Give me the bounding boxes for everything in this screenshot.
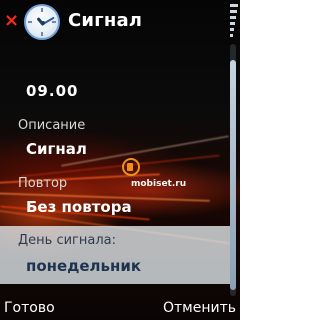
battery-indicator-icon [228,4,238,42]
day-label: День сигнала: [18,233,116,248]
alarm-edit-screen: × Сигнал 09.00 Описание Сигнал Повтор Бе… [0,0,240,320]
watermark: mobiset.ru [131,179,187,189]
close-icon[interactable]: × [4,11,19,31]
cancel-softkey[interactable]: Отменить [163,300,236,316]
scrollbar-thumb[interactable] [230,60,236,290]
title-bar: × Сигнал [0,0,240,44]
alarm-time-field[interactable]: 09.00 [26,82,78,100]
repeat-field[interactable]: Без повтора [26,198,132,216]
page-title: Сигнал [68,10,143,31]
repeat-label: Повтор [18,176,68,191]
watermark-logo-icon [122,158,140,176]
done-softkey[interactable]: Готово [4,300,55,316]
day-field[interactable]: понедельник [26,257,141,275]
description-field[interactable]: Сигнал [26,140,87,158]
alarm-clock-icon [24,4,60,40]
description-label: Описание [18,118,86,133]
